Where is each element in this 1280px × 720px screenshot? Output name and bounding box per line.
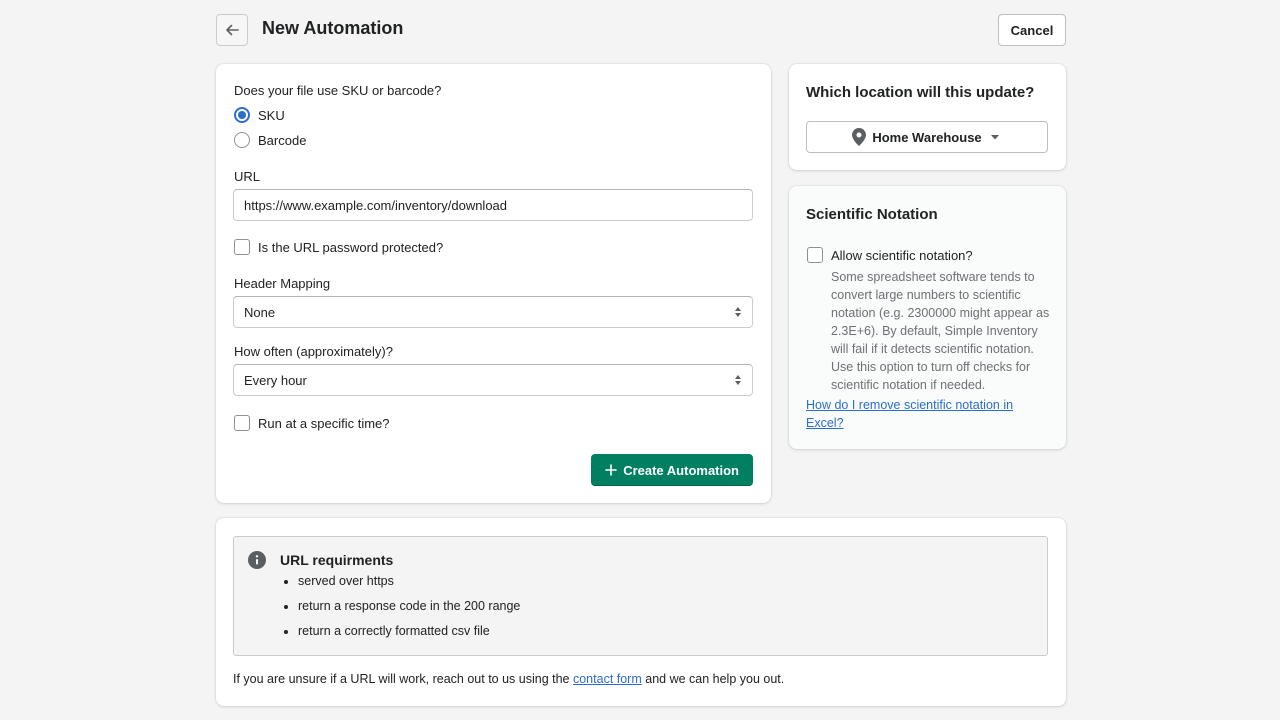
frequency-value: Every hour	[244, 372, 307, 388]
checkbox[interactable]	[807, 247, 823, 263]
location-value: Home Warehouse	[872, 129, 982, 145]
requirement-item: return a response code in the 200 range	[284, 599, 520, 624]
select-arrows-icon	[735, 307, 741, 317]
arrow-left-icon	[226, 24, 239, 36]
url-requirements-card: URL requirments served over https return…	[216, 518, 1066, 706]
page-title: New Automation	[262, 18, 404, 38]
radio-label: SKU	[258, 107, 285, 123]
requirements-banner: URL requirments served over https return…	[233, 536, 1048, 656]
header-mapping-value: None	[244, 304, 276, 320]
contact-form-link[interactable]: contact form	[573, 672, 642, 686]
footer-text-after: and we can help you out.	[641, 672, 785, 686]
caret-down-icon	[990, 135, 999, 140]
specific-time-checkbox[interactable]: Run at a specific time?	[234, 415, 390, 431]
scientific-notation-card: Scientific Notation Allow scientific not…	[789, 186, 1066, 449]
checkbox-label: Allow scientific notation?	[831, 247, 973, 263]
checkbox[interactable]	[234, 415, 250, 431]
password-protected-checkbox[interactable]: Is the URL password protected?	[234, 239, 443, 255]
requirements-title: URL requirments	[280, 552, 394, 568]
checkbox-label: Run at a specific time?	[258, 415, 390, 431]
radio-label: Barcode	[258, 132, 307, 148]
info-icon	[248, 551, 266, 569]
radio-barcode[interactable]: Barcode	[234, 132, 306, 148]
create-automation-button[interactable]: Create Automation	[591, 454, 753, 486]
radio-button[interactable]	[234, 132, 250, 148]
back-button[interactable]	[216, 14, 248, 46]
create-automation-label: Create Automation	[623, 462, 739, 478]
header-mapping-select[interactable]: None	[233, 296, 753, 328]
location-card: Which location will this update? Home Wa…	[789, 64, 1066, 170]
scientific-help-text: Some spreadsheet software tends to conve…	[831, 270, 1050, 392]
url-input[interactable]: https://www.example.com/inventory/downlo…	[233, 189, 753, 221]
scientific-help-link[interactable]: How do I remove scientific notation in E…	[806, 396, 1036, 432]
automation-form-card: Does your file use SKU or barcode? SKU B…	[216, 64, 771, 503]
frequency-label: How often (approximately)?	[234, 344, 393, 359]
location-heading: Which location will this update?	[806, 84, 1035, 101]
header-mapping-label: Header Mapping	[234, 276, 331, 291]
allow-scientific-checkbox[interactable]: Allow scientific notation?	[807, 247, 973, 263]
location-dropdown[interactable]: Home Warehouse	[806, 121, 1048, 153]
cancel-button[interactable]: Cancel	[998, 14, 1066, 46]
location-pin-icon	[852, 128, 867, 146]
select-arrows-icon	[735, 375, 741, 385]
id-type-label: Does your file use SKU or barcode?	[234, 83, 442, 98]
radio-sku[interactable]: SKU	[234, 107, 285, 123]
page-header: New Automation Cancel	[216, 14, 1066, 46]
plus-icon	[605, 464, 617, 476]
frequency-select[interactable]: Every hour	[233, 364, 753, 396]
url-label: URL	[234, 169, 261, 184]
requirements-list: served over https return a response code…	[284, 574, 520, 649]
scientific-heading: Scientific Notation	[806, 206, 938, 223]
checkbox-label: Is the URL password protected?	[258, 239, 444, 255]
requirements-footer: If you are unsure if a URL will work, re…	[233, 672, 784, 686]
radio-button[interactable]	[234, 107, 250, 123]
footer-text-before: If you are unsure if a URL will work, re…	[233, 672, 573, 686]
requirement-item: served over https	[284, 574, 520, 599]
checkbox[interactable]	[234, 239, 250, 255]
requirement-item: return a correctly formatted csv file	[284, 624, 520, 649]
